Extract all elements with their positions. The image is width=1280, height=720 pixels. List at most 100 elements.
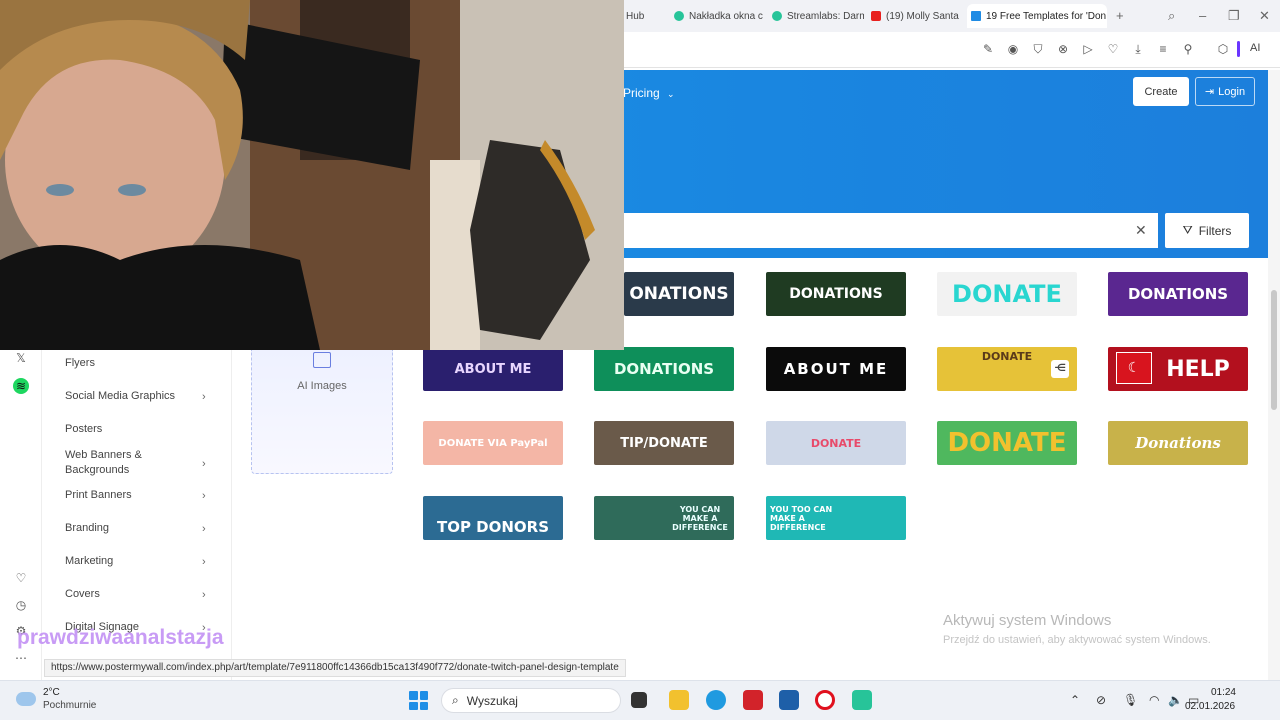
chevron-right-icon: › [202,556,206,568]
create-button[interactable]: Create [1133,77,1189,106]
filters-button[interactable]: ⛛ Filters [1165,213,1249,248]
store-icon[interactable] [779,690,799,710]
network-off-icon[interactable]: ⊘ [1096,693,1106,707]
sidebar-item-marketing[interactable]: Marketing [65,554,205,569]
page-scrollbar[interactable] [1268,70,1280,680]
x-icon[interactable]: 𝕏 [13,350,29,366]
wifi-icon[interactable]: ◠ [1149,693,1159,707]
tab-youtube[interactable]: (19) Molly Santa [867,4,963,28]
chevron-right-icon: › [202,391,206,403]
tab-label: Streamlabs: Darm [787,10,864,22]
login-button[interactable]: ⇥ Login [1195,77,1255,106]
vpn-icon[interactable]: ⊗ [1056,42,1070,56]
tab-nakladka[interactable]: Nakładka okna c [670,4,765,28]
template-card[interactable]: TOP DONORS [423,496,563,540]
template-text: DONATE [952,280,1062,308]
postermywall-favicon-icon [971,11,981,21]
search-tabs-icon[interactable]: ⌕ [1168,8,1175,24]
ai-button[interactable]: AI [1250,42,1260,54]
taskbar-time[interactable]: 01:24 [1200,687,1236,698]
sidebar-item-covers[interactable]: Covers [65,587,205,602]
template-card[interactable]: DONATIONS [1108,272,1248,316]
edge-icon[interactable] [706,690,726,710]
shield-app-icon[interactable] [743,690,763,710]
template-card[interactable]: DONATE ⋲ [937,347,1077,391]
taskbar-search[interactable]: ⌕ Wyszukaj [441,688,621,713]
heart-icon[interactable]: ♡ [13,570,29,586]
sidebar-item-web-banners[interactable]: Web Banners & Backgrounds [65,448,205,478]
minimize-icon[interactable]: – [1199,8,1206,23]
scrollbar-thumb[interactable] [1271,290,1277,410]
sidebar-item-social-media-graphics[interactable]: Social Media Graphics [65,389,205,404]
nav-pricing-label: Pricing [623,86,660,100]
more-icon[interactable]: ⋯ [13,650,29,666]
template-text: TIP/DONATE [620,435,708,451]
template-text: DONATIONS [789,286,883,302]
sidebar-item-print-banners[interactable]: Print Banners [65,488,205,503]
menu-icon[interactable]: ≡ [1156,42,1170,56]
template-card[interactable]: ☾ HELP [1108,347,1248,391]
play-icon[interactable]: ▷ [1081,42,1095,56]
sidebar-item-flyers[interactable]: Flyers [65,356,205,371]
template-card[interactable]: DONATE [937,421,1077,465]
template-card[interactable]: DONATIONS [766,272,906,316]
cube-icon[interactable]: ⬡ [1216,42,1230,56]
youtube-favicon-icon [871,11,881,21]
microphone-icon[interactable]: 🎙 [1123,693,1138,707]
history-icon[interactable]: ◷ [13,597,29,613]
template-card[interactable]: ONATIONS [624,272,734,316]
sidebar-item-posters[interactable]: Posters [65,422,205,437]
tab-hub[interactable]: Hub [622,4,662,28]
template-card[interactable]: DONATIONS [594,347,734,391]
tab-streamlabs[interactable]: Streamlabs: Darm [768,4,864,28]
streamlabs-icon[interactable] [852,690,872,710]
template-card[interactable]: DONATE [937,272,1077,316]
template-card[interactable]: ABOUT ME [423,347,563,391]
ai-images-label: AI Images [297,380,347,392]
weather-description[interactable]: Pochmurnie [43,700,96,711]
windows-start-icon[interactable] [409,691,428,710]
template-card[interactable]: YOU CAN MAKE A DIFFERENCE [594,496,734,540]
camera-icon[interactable]: ◉ [1006,42,1020,56]
speaker-icon[interactable]: 🔈 [1168,693,1183,707]
template-card[interactable]: DONATE VIA PayPal [423,421,563,465]
template-card[interactable]: YOU TOO CAN MAKE A DIFFERENCE [766,496,906,540]
chevron-up-icon[interactable]: ⌃ [1070,693,1080,707]
opera-icon[interactable] [815,690,835,710]
streamlabs-favicon-icon [674,11,684,21]
template-card[interactable]: TIP/DONATE [594,421,734,465]
close-window-icon[interactable]: ✕ [1259,8,1270,24]
template-text: DONATE [810,436,862,450]
sidebar-item-branding[interactable]: Branding [65,521,205,536]
shield-icon[interactable]: ⛉ [1031,42,1045,56]
webcam-feed-image [0,0,624,350]
nav-pricing[interactable]: Pricing ⌄ [623,86,675,100]
search-input[interactable] [624,213,1158,248]
task-view-icon[interactable] [631,692,647,708]
profile-icon[interactable]: ⚲ [1181,42,1195,56]
share-icon[interactable]: ⋲ [1051,360,1069,378]
file-explorer-icon[interactable] [669,690,689,710]
cloud-icon[interactable] [16,692,36,706]
template-text: HELP [1166,356,1230,382]
template-card[interactable]: Donations [1108,421,1248,465]
new-tab-button[interactable]: + [1116,8,1124,23]
ai-images-card[interactable] [251,350,393,474]
image-icon [313,352,331,368]
taskbar-date[interactable]: 02.01.2026 [1185,701,1235,712]
restore-icon[interactable]: ❐ [1228,8,1240,24]
weather-temperature[interactable]: 2°C [43,687,60,698]
download-icon[interactable]: ⤓ [1131,42,1145,56]
tab-label: Hub [626,10,645,22]
template-card[interactable]: ABOUT ME [766,347,906,391]
flag-icon: ☾ [1116,352,1152,384]
chevron-right-icon: › [202,523,206,535]
spotify-icon[interactable]: ≋ [13,378,29,394]
tab-postermywall[interactable]: 19 Free Templates for 'Don [967,4,1107,28]
clear-search-icon[interactable]: ✕ [1135,222,1147,239]
template-card[interactable]: DONATE [766,421,906,465]
edit-icon[interactable]: ✎ [981,42,995,56]
heart-icon[interactable]: ♡ [1106,42,1120,56]
filters-label: Filters [1198,223,1232,238]
template-text: DONATE VIA PayPal [438,437,548,449]
